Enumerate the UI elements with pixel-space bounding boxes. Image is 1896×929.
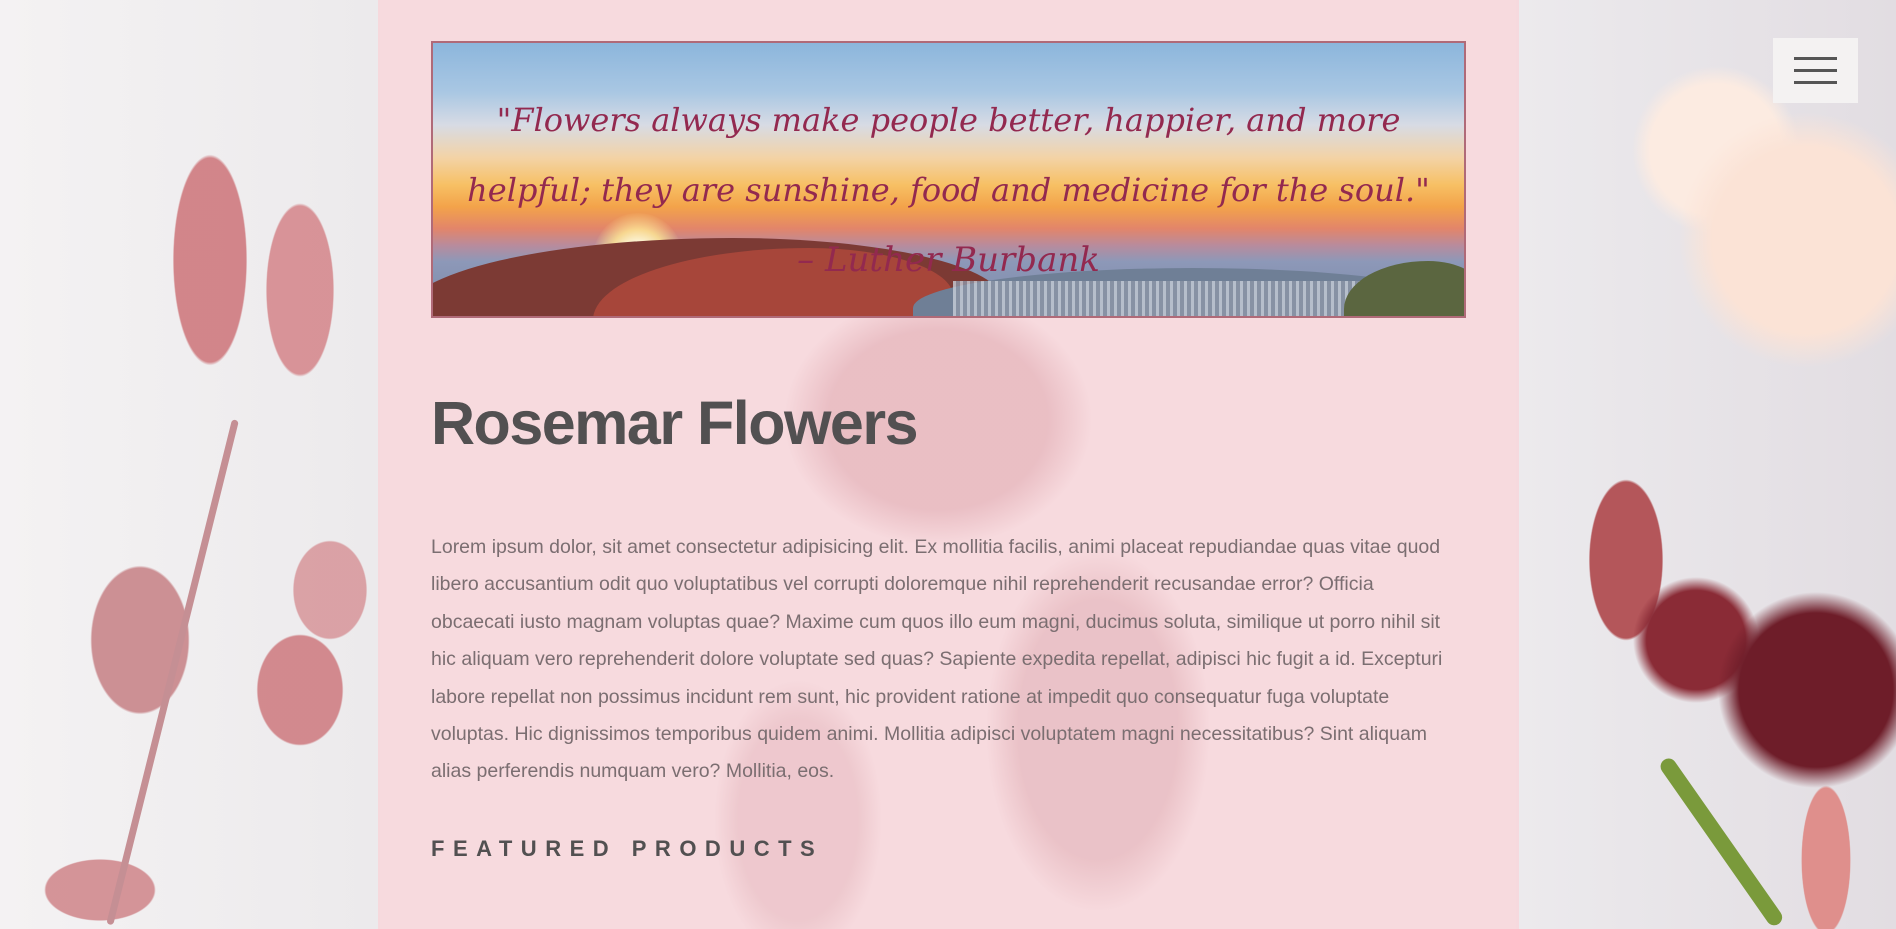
page-title: Rosemar Flowers [431, 389, 919, 457]
flower-stem [1657, 755, 1786, 929]
menu-button[interactable] [1773, 38, 1858, 103]
leaf-stem [106, 419, 239, 926]
hamburger-menu-icon [1794, 57, 1837, 60]
hamburger-menu-icon [1794, 69, 1837, 72]
intro-paragraph: Lorem ipsum dolor, sit amet consectetur … [431, 536, 1443, 783]
quote-banner: "Flowers always make people better, happ… [431, 41, 1466, 318]
background-leaves-left [0, 0, 380, 929]
banner-quote: "Flowers always make people better, happ… [467, 101, 1430, 209]
background-flowers-right [1516, 0, 1896, 929]
hamburger-menu-icon [1794, 81, 1837, 84]
featured-products-heading: FEATURED PRODUCTS [431, 836, 824, 861]
main-content-panel: "Flowers always make people better, happ… [378, 0, 1519, 929]
banner-quote-author: – Luther Burbank [797, 240, 1100, 280]
